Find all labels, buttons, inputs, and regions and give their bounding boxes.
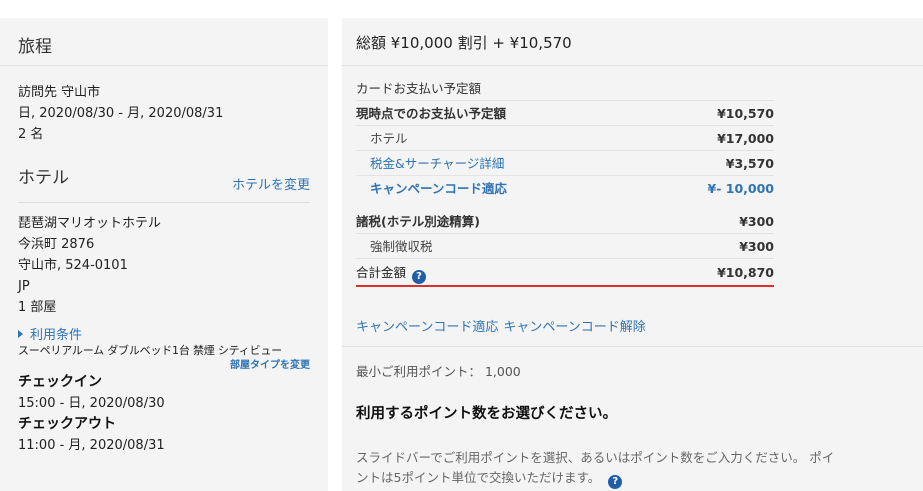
- hotel-price-row: ホテル ¥17,000: [356, 126, 774, 151]
- destination: 訪問先 守山市: [18, 85, 101, 100]
- terms-link-label: 利用条件: [30, 328, 83, 343]
- points-description: スライドバーでご利用ポイントを選択、あるいはポイント数をご入力ください。 ポイン…: [356, 450, 835, 485]
- divider: [342, 346, 923, 347]
- other-tax-row: 諸税(ホテル別途精算) ¥300: [356, 209, 774, 234]
- hotel-info: 琵琶湖マリオットホテル 今浜町 2876 守山市, 524-0101 JP 1 …: [18, 203, 310, 318]
- points-help-icon[interactable]: ?: [608, 475, 623, 489]
- tax-detail-row: 税金&サーチャージ詳細 ¥3,570: [356, 151, 774, 176]
- stay-dates: 日, 2020/08/30 - 月, 2020/08/31: [18, 106, 224, 121]
- help-icon[interactable]: ?: [412, 270, 427, 284]
- hotel-section-title: ホテル: [18, 168, 69, 188]
- price-breakdown: カードお支払い予定額 現時点でのお支払い予定額 ¥10,570 ホテル ¥17,…: [356, 76, 774, 287]
- total-row: 合計金額? ¥10,870: [356, 259, 774, 287]
- payment-header: 総額 ¥10,000 割引 + ¥10,570: [342, 18, 923, 66]
- choose-points-title: 利用するポイント数をお選びください。: [356, 406, 617, 422]
- minimum-points: 最小ご利用ポイント： 1,000: [356, 364, 521, 379]
- campaign-discount-value: ¥- 10,000: [707, 181, 774, 196]
- checkin-label: チェックイン: [18, 374, 102, 390]
- itinerary-title: 旅程: [18, 37, 52, 57]
- total-label-wrap: 合計金額?: [356, 259, 427, 287]
- other-tax-label: 諸税(ホテル別途精算): [356, 214, 480, 229]
- tax-detail-value: ¥3,570: [725, 156, 774, 171]
- campaign-discount-row: キャンペーンコード適応 ¥- 10,000: [356, 176, 774, 201]
- total-value: ¥10,870: [717, 265, 774, 280]
- now-payment-label: 現時点でのお支払い予定額: [356, 106, 507, 121]
- now-payment-value: ¥10,570: [717, 106, 774, 121]
- campaign-discount-label[interactable]: キャンペーンコード適応: [370, 176, 507, 201]
- hotel-country: JP: [18, 279, 30, 294]
- caret-right-icon: [18, 330, 23, 338]
- mandatory-tax-row: 強制徴収税 ¥300: [356, 234, 774, 259]
- mandatory-tax-value: ¥300: [739, 239, 774, 254]
- hotel-name: 琵琶湖マリオットホテル: [18, 216, 162, 231]
- hotel-header: ホテル ホテルを変更: [18, 163, 310, 203]
- points-description-block: スライドバーでご利用ポイントを選択、あるいはポイント数をご入力ください。 ポイン…: [356, 448, 846, 489]
- hotel-address-line2: 守山市, 524-0101: [18, 258, 128, 273]
- checkout-value: 11:00 - 月, 2020/08/31: [18, 438, 165, 453]
- now-payment-row: 現時点でのお支払い予定額 ¥10,570: [356, 101, 774, 126]
- card-section-label: カードお支払い予定額: [356, 81, 482, 96]
- hotel-price-value: ¥17,000: [717, 131, 774, 146]
- guest-count: 2 名: [18, 127, 44, 142]
- mandatory-tax-label: 強制徴収税: [370, 239, 433, 254]
- tax-detail-link[interactable]: 税金&サーチャージ詳細: [370, 151, 504, 176]
- total-label: 合計金額: [356, 265, 407, 280]
- terms-block: 利用条件 スーペリアルーム ダブルベッド1台 禁煙 シティビュー 部屋タイプを変…: [18, 328, 310, 371]
- payment-panel: 総額 ¥10,000 割引 + ¥10,570 カードお支払い予定額 現時点での…: [342, 18, 923, 491]
- hotel-address-line1: 今浜町 2876: [18, 237, 95, 252]
- remove-campaign-link[interactable]: キャンペーンコード解除: [503, 320, 645, 335]
- checkout-label: チェックアウト: [18, 416, 116, 432]
- itinerary-panel: 旅程 訪問先 守山市 日, 2020/08/30 - 月, 2020/08/31…: [0, 18, 328, 491]
- apply-campaign-link[interactable]: キャンペーンコード適応: [356, 320, 498, 335]
- hotel-price-label: ホテル: [370, 131, 408, 146]
- destination-block: 訪問先 守山市 日, 2020/08/30 - 月, 2020/08/31 2 …: [18, 66, 310, 145]
- checkin-value: 15:00 - 日, 2020/08/30: [18, 396, 165, 411]
- change-hotel-link[interactable]: ホテルを変更: [232, 174, 310, 193]
- itinerary-header: 旅程: [0, 18, 328, 66]
- checkin-block: チェックイン 15:00 - 日, 2020/08/30 チェックアウト 11:…: [18, 372, 310, 456]
- card-section-row: カードお支払い予定額: [356, 76, 774, 101]
- payment-total-summary: 総額 ¥10,000 割引 + ¥10,570: [356, 34, 572, 52]
- other-tax-value: ¥300: [739, 214, 774, 229]
- campaign-links: キャンペーンコード適応 キャンペーンコード解除: [356, 316, 651, 335]
- room-count: 1 部屋: [18, 300, 57, 315]
- terms-link[interactable]: 利用条件: [18, 328, 310, 344]
- change-room-type-link[interactable]: 部屋タイプを変更: [230, 356, 310, 371]
